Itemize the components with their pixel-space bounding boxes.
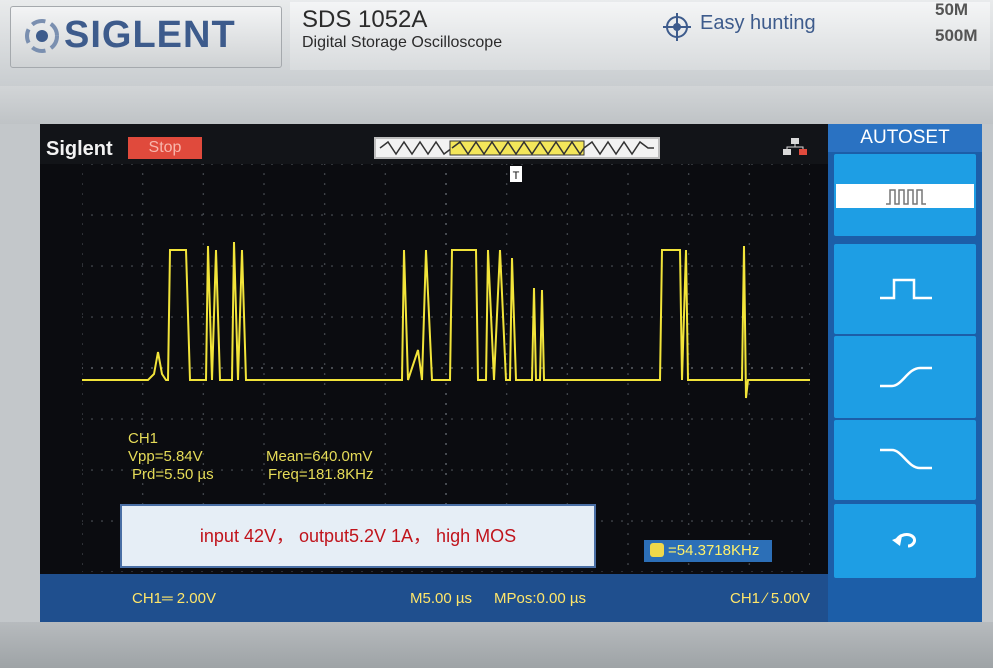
horizontal-position: MPos:0.00 µs (494, 590, 587, 607)
crosshair-icon (663, 13, 691, 41)
meas-mean: Mean=640.0mV (266, 448, 373, 465)
trigger-setting: CH1 ∕ 5.00V (730, 590, 811, 607)
oscilloscope-screen: Siglent Stop T CH1 Vpp=5.84V Mean=640.0m… (40, 124, 982, 622)
meas-freq: Freq=181.8KHz (268, 466, 374, 483)
trigger-frequency-value: =54.3718KHz (668, 542, 760, 559)
undo-icon (892, 533, 916, 548)
status-bar: CH1═ 2.00V M5.00 µs MPos:0.00 µs CH1 ∕ 5… (40, 574, 830, 622)
menu-button-rising-edge[interactable] (834, 336, 976, 418)
trigger-position-marker: T (510, 166, 522, 182)
meas-vpp: Vpp=5.84V (128, 448, 203, 465)
model-name: SDS 1052A (302, 6, 428, 33)
memory-position-bar (374, 137, 660, 159)
menu-title: AUTOSET (828, 124, 982, 152)
brand-logo-text: SIGLENT (64, 14, 236, 56)
autoset-menu: AUTOSET (828, 124, 982, 622)
rising-edge-icon (880, 366, 932, 388)
device-mid-bezel (0, 86, 993, 124)
meas-channel: CH1 (128, 430, 159, 447)
multi-pulse-icon (886, 189, 926, 205)
siglent-logo-icon (25, 19, 59, 53)
spec-line-2: 500M (935, 26, 978, 45)
trigger-frequency-readout: =54.3718KHz (644, 540, 772, 562)
menu-button-falling-edge[interactable] (834, 420, 976, 500)
falling-edge-icon (880, 448, 932, 470)
run-stop-badge[interactable]: Stop (128, 137, 202, 159)
annotation-box: input 42V， output5.2V 1A， high MOS (120, 504, 596, 568)
device-left-bezel (0, 124, 40, 668)
screen-brand-label: Siglent (46, 138, 113, 160)
screen-top-bar: Siglent Stop (40, 124, 830, 164)
memory-waveform-icon (379, 140, 654, 156)
meas-period: Prd=5.50 µs (132, 466, 214, 483)
annotation-text: input 42V， output5.2V 1A， high MOS (199, 526, 517, 546)
ch1-scale: CH1═ 2.00V (132, 590, 217, 607)
menu-button-undo[interactable] (834, 504, 976, 578)
trigger-icon (650, 543, 664, 557)
spec-line-1: 50M (935, 0, 969, 19)
trigger-position-label: T (513, 170, 520, 182)
model-subtitle: Digital Storage Oscilloscope (302, 34, 503, 51)
device-right-bezel (982, 124, 993, 668)
menu-button-multi-pulse[interactable] (834, 154, 976, 236)
timebase: M5.00 µs (410, 590, 472, 607)
single-pulse-icon (880, 278, 932, 300)
menu-button-single-pulse[interactable] (834, 244, 976, 334)
easy-hunting-label: Easy hunting (700, 12, 816, 34)
network-icon (783, 138, 807, 155)
device-bottom-bezel (0, 622, 993, 668)
